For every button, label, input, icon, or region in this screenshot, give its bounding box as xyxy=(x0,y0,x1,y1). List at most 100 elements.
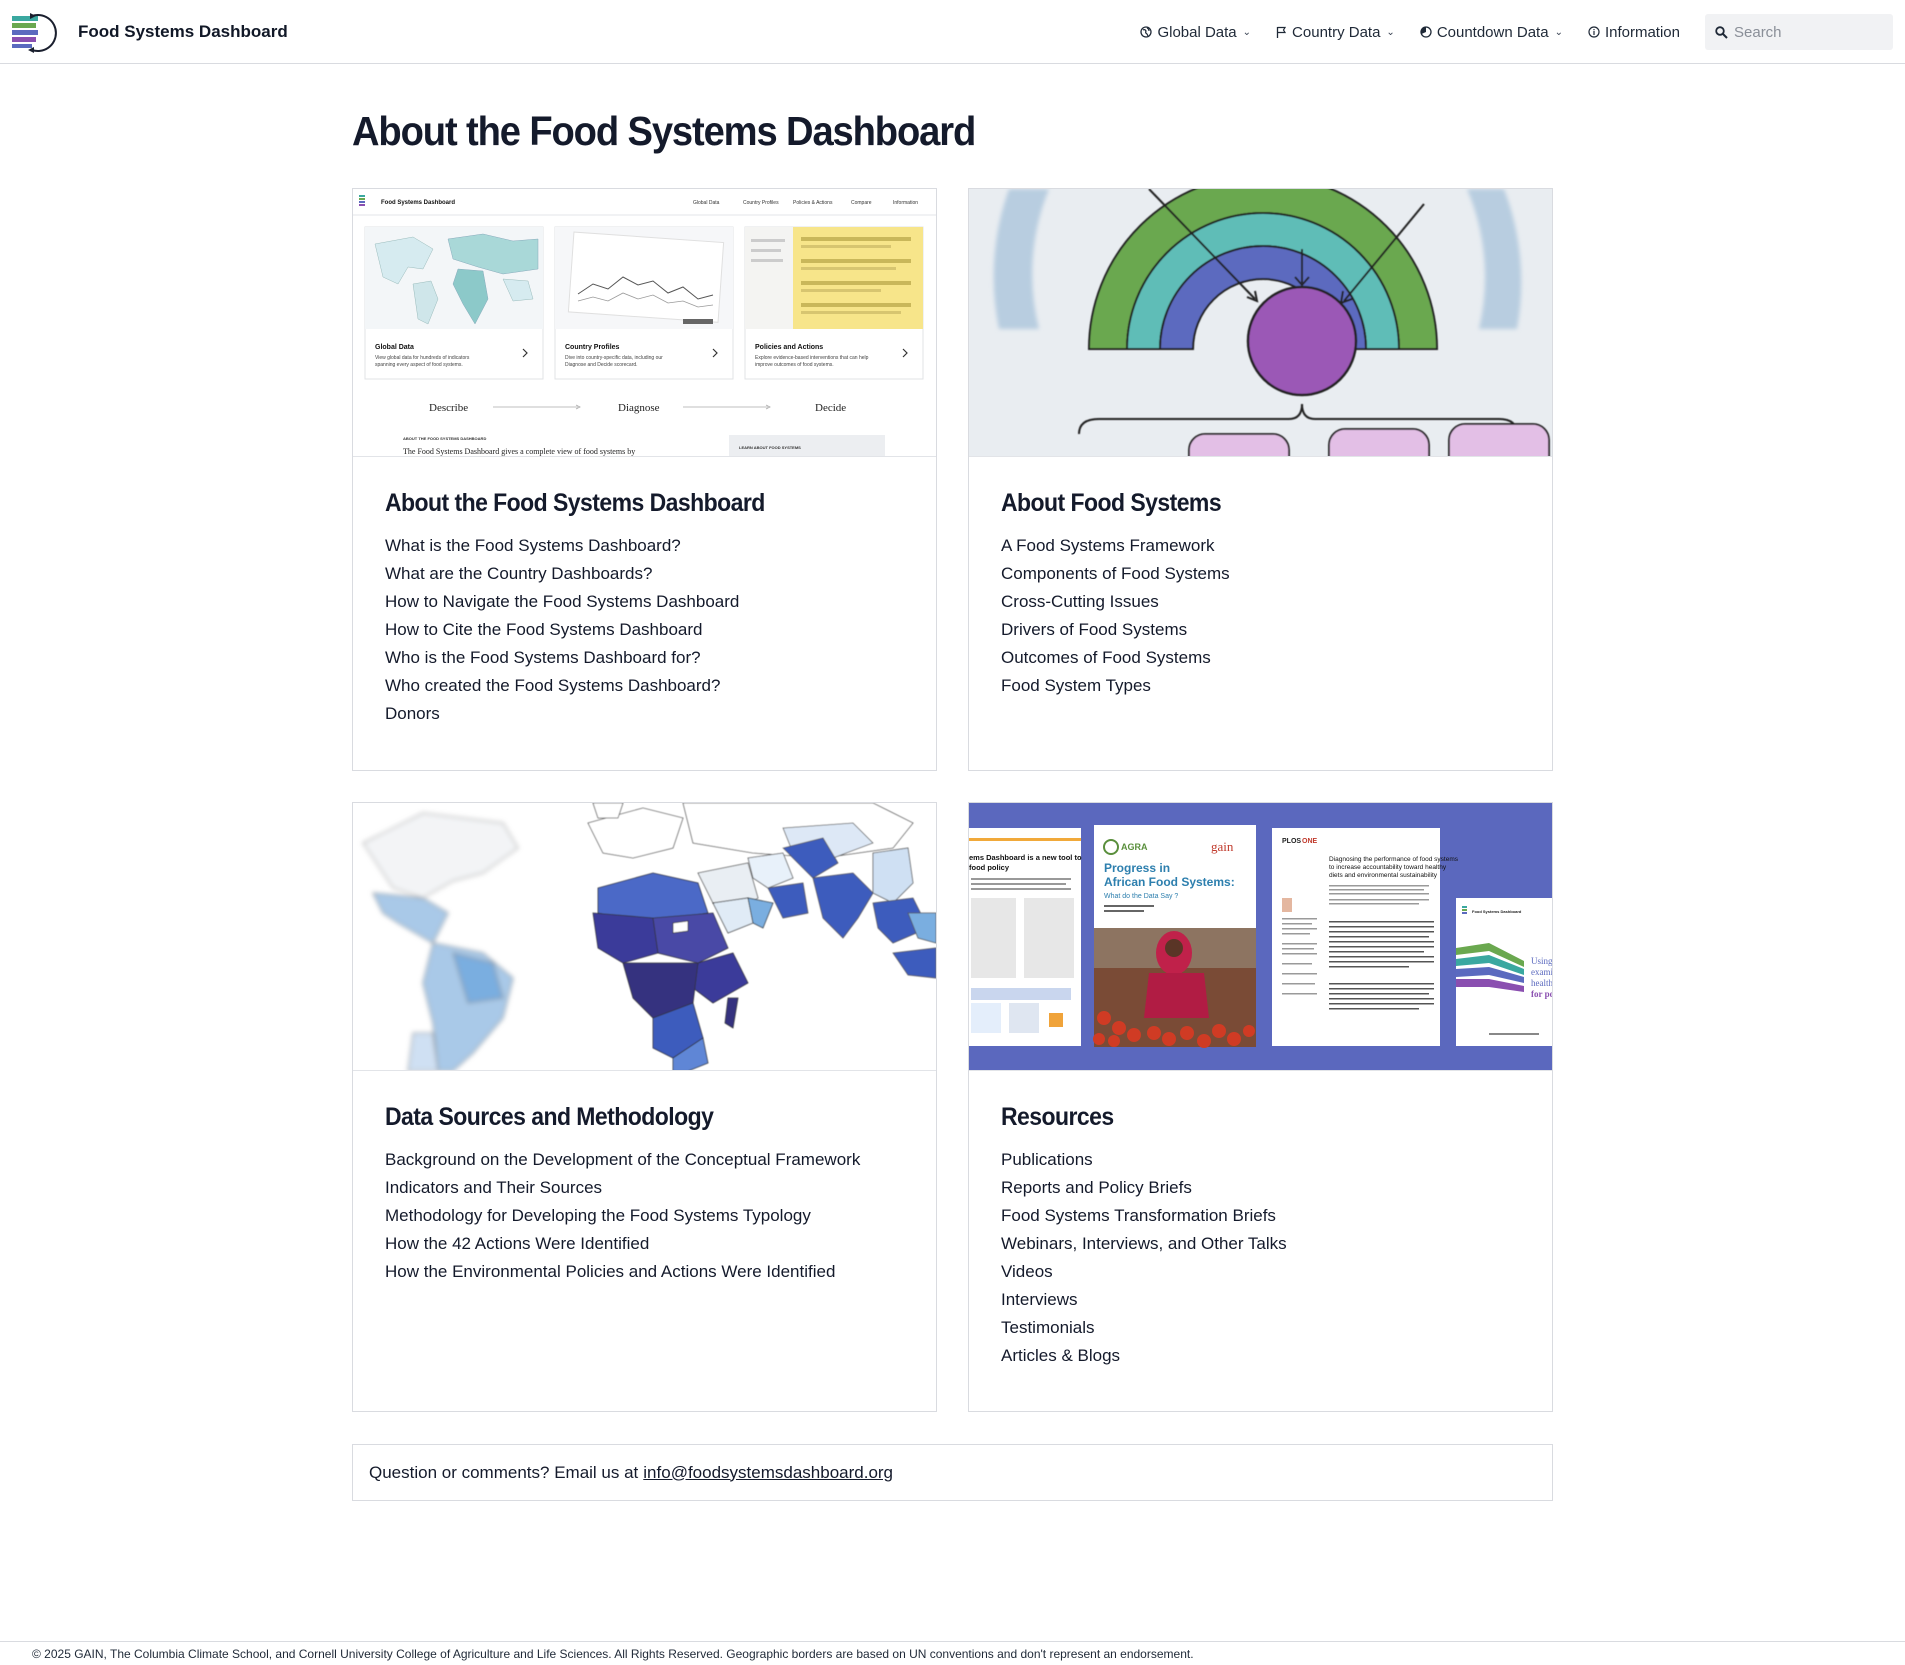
link-how-to-navigate[interactable]: How to Navigate the Food Systems Dashboa… xyxy=(385,588,904,616)
mini-flow-diagnose: Diagnose xyxy=(618,402,660,414)
countdown-icon xyxy=(1420,26,1432,38)
framework-diagram-illustration xyxy=(969,189,1552,456)
doc2-title2: African Food Systems: xyxy=(1104,875,1235,889)
link-typology-methodology[interactable]: Methodology for Developing the Food Syst… xyxy=(385,1202,904,1230)
card-title: Data Sources and Methodology xyxy=(385,1103,714,1131)
chevron-down-icon: ⌄ xyxy=(1386,26,1395,38)
doc2-title1: Progress in xyxy=(1104,861,1170,875)
link-articles-blogs[interactable]: Articles & Blogs xyxy=(1001,1342,1520,1370)
globe-icon xyxy=(1140,26,1153,38)
dashboard-preview-image: Food Systems Dashboard Global Data Count… xyxy=(353,189,936,457)
link-transformation-briefs[interactable]: Food Systems Transformation Briefs xyxy=(1001,1202,1520,1230)
card-link-list: What is the Food Systems Dashboard? What… xyxy=(385,532,904,728)
mini-flow-describe: Describe xyxy=(429,402,468,414)
info-icon xyxy=(1588,26,1600,38)
top-navigation-bar: Food Systems Dashboard Global Data ⌄ Cou… xyxy=(0,0,1905,64)
link-environmental-policies[interactable]: How the Environmental Policies and Actio… xyxy=(385,1258,904,1286)
world-map-image xyxy=(353,803,936,1071)
mini-flow-decide: Decide xyxy=(815,402,846,414)
doc3-title3: diets and environmental sustainability xyxy=(1329,872,1438,879)
link-cross-cutting-issues[interactable]: Cross-Cutting Issues xyxy=(1001,588,1520,616)
mini-nav-country: Country Profiles xyxy=(743,200,779,206)
mini-learn-label: LEARN ABOUT FOOD SYSTEMS xyxy=(739,445,801,450)
card-title: About the Food Systems Dashboard xyxy=(385,489,765,517)
dashboard-screenshot: Food Systems Dashboard Global Data Count… xyxy=(353,189,936,456)
publications-collage-image: ems Dashboard is a new tool to food poli… xyxy=(969,803,1552,1071)
gain-logo-text: gain xyxy=(1211,839,1234,854)
nav-country-data[interactable]: Country Data ⌄ xyxy=(1276,24,1395,41)
link-food-systems-framework[interactable]: A Food Systems Framework xyxy=(1001,532,1520,560)
doc3-title1: Diagnosing the performance of food syste… xyxy=(1329,856,1459,863)
link-publications[interactable]: Publications xyxy=(1001,1146,1520,1174)
publications-collage: ems Dashboard is a new tool to food poli… xyxy=(969,803,1552,1070)
brand-name: Food Systems Dashboard xyxy=(78,22,288,41)
card-data-sources: Data Sources and Methodology Background … xyxy=(352,802,937,1412)
nav-countdown-data[interactable]: Countdown Data ⌄ xyxy=(1420,24,1563,41)
nav-information[interactable]: Information xyxy=(1588,24,1680,41)
plos-one-text: ONE xyxy=(1302,838,1318,845)
mini-nav-policies: Policies & Actions xyxy=(793,200,833,206)
doc4-brand: Food Systems Dashboard xyxy=(1472,909,1522,914)
doc4-word4: for pol xyxy=(1531,989,1552,999)
link-42-actions[interactable]: How the 42 Actions Were Identified xyxy=(385,1230,904,1258)
doc3-title2: to increase accountability toward health… xyxy=(1329,864,1447,871)
search-box[interactable] xyxy=(1705,14,1893,50)
link-testimonials[interactable]: Testimonials xyxy=(1001,1314,1520,1342)
nav-information-label: Information xyxy=(1604,23,1680,41)
food-systems-framework-image xyxy=(969,189,1552,457)
mini-panel3-desc1: Explore evidence-based interventions tha… xyxy=(755,355,869,361)
mini-panel2-desc2: Diagnose and Decide scorecard. xyxy=(565,362,638,368)
doc4-word1: Using t xyxy=(1531,956,1552,966)
mini-nav-info: Information xyxy=(893,200,918,206)
doc1-title1: ems Dashboard is a new tool to xyxy=(969,853,1082,862)
doc2-subtitle: What do the Data Say ? xyxy=(1104,893,1178,900)
nav-global-data[interactable]: Global Data ⌄ xyxy=(1140,24,1251,41)
contact-email-link[interactable]: info@foodsystemsdashboard.org xyxy=(643,1463,893,1483)
card-about-dashboard: Food Systems Dashboard Global Data Count… xyxy=(352,188,937,771)
brand-home-link[interactable]: Food Systems Dashboard xyxy=(10,10,288,54)
card-title: About Food Systems xyxy=(1001,489,1222,517)
link-how-to-cite[interactable]: How to Cite the Food Systems Dashboard xyxy=(385,616,904,644)
choropleth-world-map xyxy=(353,803,936,1070)
card-link-list: A Food Systems Framework Components of F… xyxy=(1001,532,1520,700)
search-input[interactable] xyxy=(1734,23,1884,41)
food-systems-logo-icon xyxy=(12,13,57,53)
flag-icon xyxy=(1276,26,1287,38)
nav-country-data-label: Country Data xyxy=(1292,23,1381,41)
mini-about-text: The Food Systems Dashboard gives a compl… xyxy=(403,447,635,456)
link-indicators-sources[interactable]: Indicators and Their Sources xyxy=(385,1174,904,1202)
mini-panel2-title: Country Profiles xyxy=(565,344,620,351)
link-interviews[interactable]: Interviews xyxy=(1001,1286,1520,1314)
mini-panel3-title: Policies and Actions xyxy=(755,344,823,351)
card-link-list: Background on the Development of the Con… xyxy=(385,1146,904,1286)
link-drivers[interactable]: Drivers of Food Systems xyxy=(1001,616,1520,644)
footer: © 2025 GAIN, The Columbia Climate School… xyxy=(0,1641,1905,1665)
link-components[interactable]: Components of Food Systems xyxy=(1001,560,1520,588)
link-reports-policy-briefs[interactable]: Reports and Policy Briefs xyxy=(1001,1174,1520,1202)
link-who-is-it-for[interactable]: Who is the Food Systems Dashboard for? xyxy=(385,644,904,672)
link-donors[interactable]: Donors xyxy=(385,700,904,728)
doc4-word2: exami xyxy=(1531,967,1552,977)
nav-global-data-label: Global Data xyxy=(1157,23,1237,41)
link-conceptual-framework-background[interactable]: Background on the Development of the Con… xyxy=(385,1146,904,1174)
mini-panel1-desc2: spanning every aspect of food systems. xyxy=(375,362,463,368)
card-resources: ems Dashboard is a new tool to food poli… xyxy=(968,802,1553,1412)
page-title: About the Food Systems Dashboard xyxy=(352,108,976,154)
mini-brand: Food Systems Dashboard xyxy=(381,200,455,206)
doc1-title2: food policy xyxy=(969,863,1010,872)
contact-box: Question or comments? Email us at info@f… xyxy=(352,1444,1553,1501)
link-food-system-types[interactable]: Food System Types xyxy=(1001,672,1520,700)
card-link-list: Publications Reports and Policy Briefs F… xyxy=(1001,1146,1520,1370)
mini-nav-global: Global Data xyxy=(693,200,720,206)
mini-nav-compare: Compare xyxy=(851,200,872,206)
link-outcomes[interactable]: Outcomes of Food Systems xyxy=(1001,644,1520,672)
link-videos[interactable]: Videos xyxy=(1001,1258,1520,1286)
link-what-are-country-dashboards[interactable]: What are the Country Dashboards? xyxy=(385,560,904,588)
chevron-down-icon: ⌄ xyxy=(1242,26,1252,38)
doc4-word3: health xyxy=(1531,978,1552,988)
link-what-is-dashboard[interactable]: What is the Food Systems Dashboard? xyxy=(385,532,904,560)
link-who-created[interactable]: Who created the Food Systems Dashboard? xyxy=(385,672,904,700)
link-webinars[interactable]: Webinars, Interviews, and Other Talks xyxy=(1001,1230,1520,1258)
mini-panel1-desc1: View global data for hundreds of indicat… xyxy=(375,355,470,361)
chevron-down-icon: ⌄ xyxy=(1554,26,1563,38)
